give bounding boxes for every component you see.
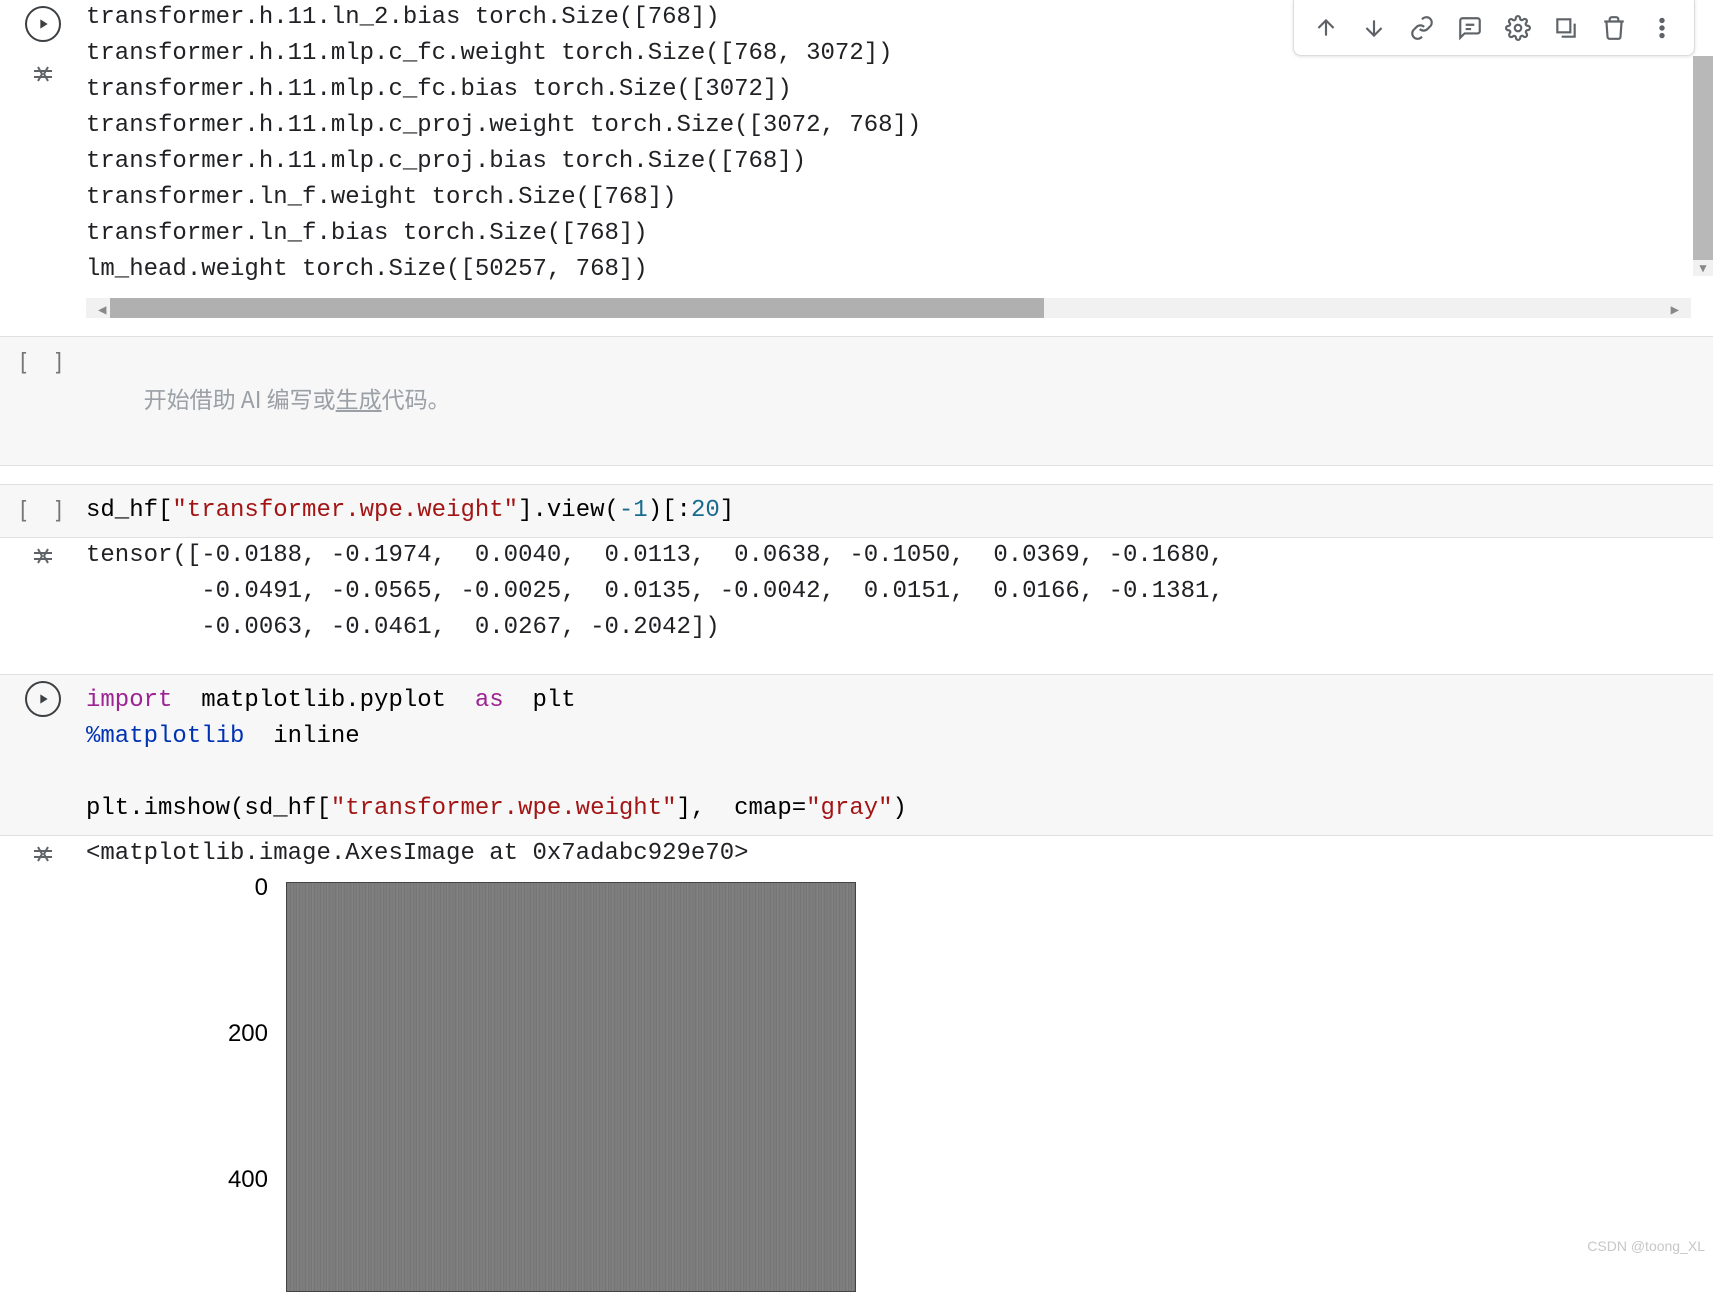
cell-2-code-content[interactable]: sd_hf["transformer.wpe.weight"].view(-1)… bbox=[86, 485, 1713, 537]
cell-3-output-repr: <matplotlib.image.AxesImage at 0x7adabc9… bbox=[86, 836, 1713, 872]
scroll-left-arrow-icon[interactable]: ◀ bbox=[98, 299, 106, 318]
cell-3-code-content[interactable]: import matplotlib.pyplot as plt %matplot… bbox=[86, 675, 1713, 835]
more-button[interactable] bbox=[1638, 4, 1686, 52]
watermark-text: CSDN @toong_XL bbox=[1587, 1238, 1705, 1254]
move-up-button[interactable] bbox=[1302, 4, 1350, 52]
vertical-scrollbar[interactable]: ▼ bbox=[1693, 56, 1713, 276]
heatmap-image bbox=[286, 882, 856, 1292]
cell-2-output-text: tensor([-0.0188, -0.1974, 0.0040, 0.0113… bbox=[86, 538, 1713, 646]
run-button[interactable] bbox=[25, 681, 61, 717]
ytick-label: 200 bbox=[208, 1020, 268, 1048]
link-button[interactable] bbox=[1398, 4, 1446, 52]
cell-1-ai-prompt[interactable]: [ ] 开始借助 AI 编写或生成代码。 bbox=[0, 336, 1713, 466]
cell-0-container: ▼ transformer.h.11.ln_2.bias torch.Size(… bbox=[0, 0, 1713, 318]
run-button[interactable] bbox=[25, 6, 61, 42]
ytick-label: 400 bbox=[208, 1166, 268, 1194]
ytick-label: 0 bbox=[208, 874, 268, 902]
cell-toolbar bbox=[1293, 0, 1695, 56]
execution-count-empty: [ ] bbox=[17, 343, 69, 376]
horizontal-scroll-track[interactable] bbox=[110, 298, 1666, 318]
cell-2-code[interactable]: [ ] sd_hf["transformer.wpe.weight"].view… bbox=[0, 484, 1713, 538]
cell-3-code[interactable]: import matplotlib.pyplot as plt %matplot… bbox=[0, 674, 1713, 836]
variables-icon[interactable] bbox=[29, 62, 57, 86]
ai-placeholder-text: 开始借助 AI 编写或生成代码。 bbox=[144, 381, 451, 415]
vertical-scroll-thumb[interactable] bbox=[1693, 56, 1713, 260]
delete-button[interactable] bbox=[1590, 4, 1638, 52]
scroll-down-arrow-icon[interactable]: ▼ bbox=[1699, 260, 1706, 276]
variables-icon[interactable] bbox=[29, 544, 57, 568]
scroll-right-arrow-icon[interactable]: ▶ bbox=[1671, 299, 1679, 318]
settings-button[interactable] bbox=[1494, 4, 1542, 52]
comment-button[interactable] bbox=[1446, 4, 1494, 52]
horizontal-scrollbar[interactable]: ◀ ▶ bbox=[86, 298, 1691, 318]
horizontal-scroll-thumb[interactable] bbox=[110, 298, 1044, 318]
variables-icon[interactable] bbox=[29, 842, 57, 866]
mirror-button[interactable] bbox=[1542, 4, 1590, 52]
cell-2-output: tensor([-0.0188, -0.1974, 0.0040, 0.0113… bbox=[0, 538, 1713, 656]
move-down-button[interactable] bbox=[1350, 4, 1398, 52]
matplotlib-figure: 0 200 400 bbox=[98, 872, 798, 1292]
cell-3-output: <matplotlib.image.AxesImage at 0x7adabc9… bbox=[0, 836, 1713, 1299]
execution-count-empty: [ ] bbox=[17, 491, 69, 524]
